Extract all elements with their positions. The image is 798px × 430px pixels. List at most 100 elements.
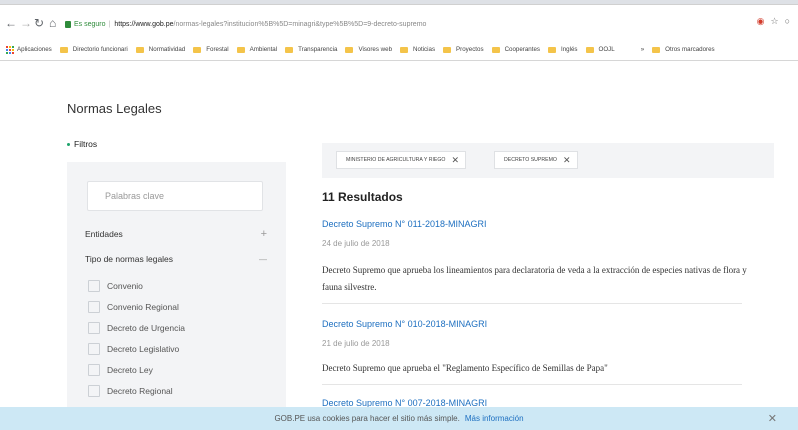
checkbox[interactable] xyxy=(88,343,100,355)
forward-arrow-icon[interactable]: → xyxy=(20,17,32,29)
filters-sidebar: Palabras clave Entidades + Tipo de norma… xyxy=(67,162,286,412)
url-path: /normas-legales?institucion%5B%5D=minagr… xyxy=(173,20,427,28)
filters-toggle[interactable]: Filtros xyxy=(67,139,97,149)
page-title: Normas Legales xyxy=(67,101,162,116)
bookmark-label: Proyectos xyxy=(456,46,484,53)
bookmark-item[interactable]: Visores web xyxy=(345,46,392,53)
result-date: 24 de julio de 2018 xyxy=(322,239,390,248)
facet-types-label: Tipo de normas legales xyxy=(85,254,174,264)
bookmark-label: Inglés xyxy=(561,46,578,53)
result-title-link[interactable]: Decreto Supremo N° 011-2018-MINAGRI xyxy=(322,219,487,229)
bookmarks-overflow-button[interactable]: » xyxy=(641,46,644,53)
cookie-more-info-link[interactable]: Más información xyxy=(465,414,524,423)
menu-icon[interactable]: ○ xyxy=(785,16,790,27)
folder-icon xyxy=(59,46,68,53)
checkbox[interactable] xyxy=(88,322,100,334)
home-icon[interactable]: ⌂ xyxy=(49,17,56,29)
filter-chip-label: DECRETO SUPREMO xyxy=(504,157,557,163)
bookmark-item[interactable]: Forestal xyxy=(193,46,229,53)
filters-label: Filtros xyxy=(74,139,98,149)
bookmark-item[interactable]: Inglés xyxy=(548,46,578,53)
folder-icon xyxy=(345,46,354,53)
extension-icon[interactable]: ◉ xyxy=(757,16,765,27)
star-icon[interactable]: ☆ xyxy=(770,16,778,27)
type-option[interactable]: Decreto Legislativo xyxy=(88,342,179,356)
type-option-label: Convenio Regional xyxy=(107,302,179,312)
folder-icon xyxy=(585,46,594,53)
result-divider xyxy=(322,303,742,304)
bookmark-item[interactable]: Cooperantes xyxy=(491,46,540,53)
type-option[interactable]: Decreto Ley xyxy=(88,363,153,377)
type-option[interactable]: Decreto de Urgencia xyxy=(88,321,185,335)
cookie-banner: GOB.PE usa cookies para hacer el sitio m… xyxy=(0,407,798,430)
address-bar[interactable]: Es seguro | https://www.gob.pe/normas-le… xyxy=(65,17,725,31)
checkbox[interactable] xyxy=(88,280,100,292)
folder-icon xyxy=(193,46,202,53)
facet-entities-label: Entidades xyxy=(85,229,123,239)
apps-icon[interactable] xyxy=(6,45,14,54)
result-divider xyxy=(322,384,742,385)
back-arrow-icon[interactable]: ← xyxy=(5,17,17,29)
secure-label: Es seguro xyxy=(74,20,106,28)
checkbox[interactable] xyxy=(88,385,100,397)
result-description: Decreto Supremo que aprueba los lineamie… xyxy=(322,265,747,292)
type-option[interactable]: Convenio Regional xyxy=(88,300,179,314)
bookmark-item[interactable]: Ambiental xyxy=(236,46,278,53)
type-option-label: Decreto de Urgencia xyxy=(107,323,185,333)
result-description: Decreto Supremo que aprueba el "Reglamen… xyxy=(322,363,608,373)
close-icon[interactable]: ✕ xyxy=(451,155,459,166)
bookmark-label: Cooperantes xyxy=(504,46,540,53)
extension-icons: ◉ ☆ ○ xyxy=(757,16,790,27)
bookmark-label: Visores web xyxy=(358,46,393,53)
folder-icon xyxy=(285,46,294,53)
bookmark-label: OOJL xyxy=(598,46,615,53)
bookmark-label: Normatividad xyxy=(148,46,186,53)
bookmark-label: Otros marcadores xyxy=(665,46,715,53)
bookmark-item[interactable]: OOJL xyxy=(585,46,615,53)
folder-icon xyxy=(652,46,661,53)
folder-icon xyxy=(400,46,409,53)
bookmark-other[interactable]: Otros marcadores xyxy=(652,46,715,53)
bookmark-label: Forestal xyxy=(206,46,229,53)
folder-icon xyxy=(236,46,245,53)
type-option[interactable]: Decreto Regional xyxy=(88,384,173,398)
bookmark-item[interactable]: Normatividad xyxy=(135,46,186,53)
minus-icon[interactable]: — xyxy=(259,255,267,264)
plus-icon[interactable]: + xyxy=(261,228,267,240)
bookmark-item[interactable]: Noticias xyxy=(400,46,435,53)
bullet-icon xyxy=(67,142,70,146)
omnibox-separator: | xyxy=(108,20,111,28)
folder-icon xyxy=(548,46,556,53)
bookmark-item[interactable]: Proyectos xyxy=(443,46,484,53)
browser-window: { "browser": { "back_icon": "arrow-left"… xyxy=(0,0,798,430)
results-count: 11 Resultados xyxy=(322,190,403,204)
bookmark-label: Directorio funcionari xyxy=(72,46,128,53)
lock-icon xyxy=(65,20,71,28)
type-option[interactable]: Convenio xyxy=(88,279,143,293)
facet-types[interactable]: Tipo de normas legales — xyxy=(85,254,267,264)
folder-icon xyxy=(135,46,144,53)
bookmarks-bar: Aplicaciones Directorio funcionari Norma… xyxy=(0,39,798,61)
bookmark-apps[interactable]: Aplicaciones xyxy=(17,46,52,53)
bookmark-label: Ambiental xyxy=(249,46,278,53)
checkbox[interactable] xyxy=(88,364,100,376)
folder-icon xyxy=(443,46,452,53)
type-option-label: Convenio xyxy=(107,281,143,291)
filter-chip[interactable]: DECRETO SUPREMO ✕ xyxy=(494,151,578,169)
keyword-search-input[interactable]: Palabras clave xyxy=(87,181,263,211)
bookmark-item[interactable]: Directorio funcionari xyxy=(59,46,128,53)
bookmark-label: Transparencia xyxy=(298,46,338,53)
result-title-link[interactable]: Decreto Supremo N° 010-2018-MINAGRI xyxy=(322,319,487,329)
address-row: ← → ↻ ⌂ Es seguro | https://www.gob.pe/n… xyxy=(0,4,798,39)
bookmark-item[interactable]: Transparencia xyxy=(285,46,337,53)
type-option-label: Decreto Regional xyxy=(107,386,173,396)
type-option-label: Decreto Ley xyxy=(107,365,153,375)
close-icon[interactable]: ✕ xyxy=(768,412,777,425)
reload-icon[interactable]: ↻ xyxy=(34,17,44,29)
active-filters-bar: MINISTERIO DE AGRICULTURA Y RIEGO ✕ DECR… xyxy=(322,143,774,178)
filter-chip[interactable]: MINISTERIO DE AGRICULTURA Y RIEGO ✕ xyxy=(336,151,466,169)
close-icon[interactable]: ✕ xyxy=(563,155,571,166)
facet-entities[interactable]: Entidades + xyxy=(85,228,267,240)
checkbox[interactable] xyxy=(88,301,100,313)
type-option-label: Decreto Legislativo xyxy=(107,344,180,354)
